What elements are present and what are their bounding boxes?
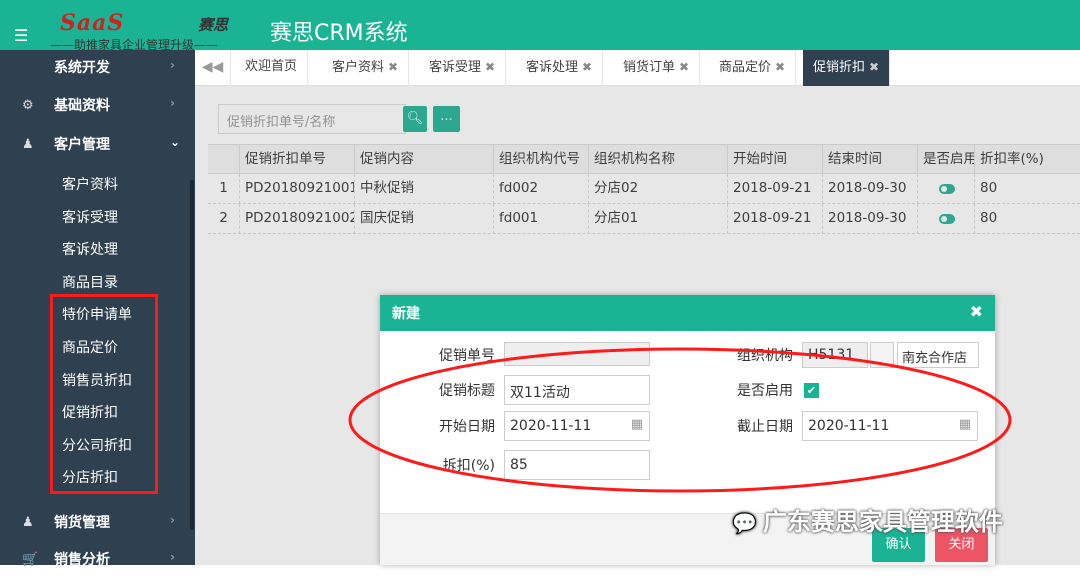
highlight-box: [50, 294, 158, 494]
tab-welcome[interactable]: 欢迎首页: [235, 50, 309, 86]
chevron-right-icon: ›: [170, 96, 175, 110]
menu-toggle-icon[interactable]: ☰: [14, 28, 28, 44]
sidebar-group-label: 基础资料: [54, 98, 110, 114]
user-icon: ♟: [22, 137, 34, 152]
tabs-scroll-left-icon[interactable]: ◀◀: [195, 50, 231, 86]
close-icon[interactable]: ✖: [679, 60, 689, 74]
sidebar-item-complaint-handle[interactable]: 客诉处理: [62, 239, 118, 259]
tab-customer-info[interactable]: 客户资料 ✖: [322, 50, 410, 86]
top-bar: ☰ SaaS 赛思 ——助推家具企业管理升级—— 赛思CRM系统: [0, 0, 1080, 52]
wechat-icon: 💬: [732, 511, 757, 535]
tab-label: 客诉受理: [429, 60, 482, 75]
sidebar-group-label: 客户管理: [54, 137, 110, 153]
close-icon[interactable]: ✖: [775, 60, 785, 74]
app-title: 赛思CRM系统: [270, 21, 408, 46]
tab-label: 客户资料: [332, 60, 385, 75]
tab-sales-order[interactable]: 销货订单 ✖: [613, 50, 701, 86]
tab-label: 销货订单: [623, 60, 676, 75]
logo: SaaS 赛思 ——助推家具企业管理升级——: [48, 6, 248, 52]
sidebar-group-sales[interactable]: ♟ 销货管理 ›: [0, 505, 195, 541]
user-icon: ♟: [22, 515, 34, 530]
tab-promo-discount[interactable]: 促销折扣 ✖: [803, 50, 891, 86]
sidebar-scrollbar[interactable]: [190, 180, 194, 530]
chevron-right-icon: ›: [170, 550, 175, 564]
close-icon[interactable]: ✖: [869, 60, 879, 74]
sidebar-group-customer[interactable]: ♟ 客户管理 ⌄: [0, 127, 195, 163]
sidebar-item-customer-info[interactable]: 客户资料: [62, 174, 118, 194]
close-icon[interactable]: ✖: [970, 302, 983, 321]
watermark: 💬 广东赛思家具管理软件: [732, 502, 1003, 537]
chevron-right-icon: ›: [170, 58, 175, 72]
tab-label: 商品定价: [719, 60, 772, 75]
tab-label: 客诉处理: [526, 60, 579, 75]
tab-complaint-handle[interactable]: 客诉处理 ✖: [516, 50, 604, 86]
dialog-header: 新建 ✖: [380, 295, 995, 331]
tab-label: 促销折扣: [813, 60, 866, 75]
sidebar-group-label: 系统开发: [54, 60, 110, 76]
logo-cn: 赛思: [198, 16, 229, 34]
sidebar-item-product-catalog[interactable]: 商品目录: [62, 272, 118, 292]
close-icon[interactable]: ✖: [485, 60, 495, 74]
gears-icon: ⚙: [22, 98, 34, 113]
sidebar-group-system[interactable]: 系统开发 ›: [0, 50, 195, 86]
close-icon[interactable]: ✖: [582, 60, 592, 74]
tab-label: 欢迎首页: [245, 59, 298, 74]
dialog-title: 新建: [392, 306, 420, 322]
sidebar-group-label: 销售分析: [54, 552, 110, 568]
sidebar-group-basic[interactable]: ⚙ 基础资料 ›: [0, 88, 195, 124]
chevron-down-icon: ⌄: [170, 135, 181, 149]
tab-product-pricing[interactable]: 商品定价 ✖: [709, 50, 797, 86]
tab-bar: ◀◀ 欢迎首页 客户资料 ✖ 客诉受理 ✖ 客诉处理 ✖ 销货订单 ✖ 商品定价 ✖ 促销…: [195, 50, 1080, 86]
tab-complaint-accept[interactable]: 客诉受理 ✖: [419, 50, 507, 86]
chevron-right-icon: ›: [170, 513, 175, 527]
sidebar-group-analysis[interactable]: 🛒 销售分析 ›: [0, 542, 195, 578]
sidebar-item-complaint-accept[interactable]: 客诉受理: [62, 207, 118, 227]
annotation-ellipse: [348, 347, 1012, 493]
close-icon[interactable]: ✖: [388, 60, 398, 74]
logo-text: SaaS: [60, 10, 125, 36]
sidebar-group-label: 销货管理: [54, 515, 110, 531]
watermark-text: 广东赛思家具管理软件: [762, 508, 1003, 536]
